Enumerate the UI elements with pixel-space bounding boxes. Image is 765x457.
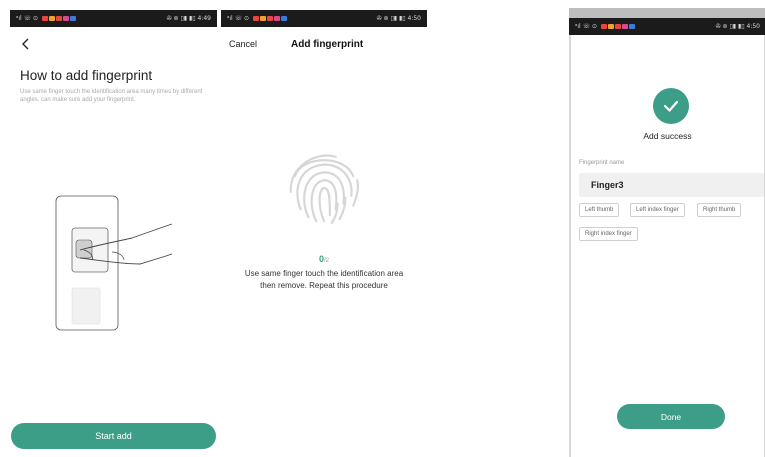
fingerprint-name-label: Fingerprint name [579,160,625,166]
checkmark-icon [663,100,679,112]
notification-icons [601,24,636,29]
door-lock-illustration [55,195,173,331]
page-title: How to add fingerprint [20,68,153,83]
progress-total: /2 [324,258,330,264]
how-to-add-screen: ᵃıl ☏ ⊙ ✇ ⊚ ▯▮ ▮▯ 4:49 How to add finger… [10,10,217,457]
notification-icons [253,16,288,21]
status-time: ✇ ⊚ ▯▮ ▮▯ 4:50 [376,15,421,22]
tag-right-thumb[interactable]: Right thumb [697,203,742,217]
done-button[interactable]: Done [617,404,725,429]
enroll-progress: 0/2 [221,254,427,264]
cancel-button[interactable]: Cancel [229,39,257,49]
add-success-screen: ᵃıl ☏ ⊙ ✇ ⊚ ▯▮ ▮▯ 4:50 Add success Finge… [569,8,765,457]
tag-left-thumb[interactable]: Left thumb [579,203,620,217]
status-bar: ᵃıl ☏ ⊙ ✇ ⊚ ▯▮ ▮▯ 4:50 [221,10,427,27]
instruction-text: Use same finger touch the identification… [20,89,203,103]
start-add-button[interactable]: Start add [11,423,216,449]
back-button[interactable] [19,37,33,51]
notification-icons [42,16,77,21]
signal-wifi-indicators: ᵃıl ☏ ⊙ [16,15,39,22]
fingerprint-icon [289,154,359,225]
page-title: Add fingerprint [291,39,364,50]
phone-edge-left [569,8,571,457]
instruction-text: Use same finger touch the identification… [244,269,404,290]
fingerprint-name-input[interactable] [579,173,764,197]
status-time: ✇ ⊚ ▯▮ ▮▯ 4:49 [166,15,211,22]
status-bar: ᵃıl ☏ ⊙ ✇ ⊚ ▯▮ ▮▯ 4:50 [569,18,765,35]
phone-top-bezel [569,8,765,18]
tag-left-index-finger[interactable]: Left index finger [630,203,685,217]
chevron-left-icon [22,38,29,50]
add-fingerprint-screen: ᵃıl ☏ ⊙ ✇ ⊚ ▯▮ ▮▯ 4:50 Cancel Add finger… [221,10,427,457]
tag-right-index-finger[interactable]: Right index finger [579,227,638,241]
signal-wifi-indicators: ᵃıl ☏ ⊙ [575,23,598,30]
success-badge [653,88,689,124]
success-message: Add success [643,131,692,141]
signal-wifi-indicators: ᵃıl ☏ ⊙ [227,15,250,22]
status-time: ✇ ⊚ ▯▮ ▮▯ 4:50 [715,23,760,30]
status-bar: ᵃıl ☏ ⊙ ✇ ⊚ ▯▮ ▮▯ 4:49 [10,10,217,27]
